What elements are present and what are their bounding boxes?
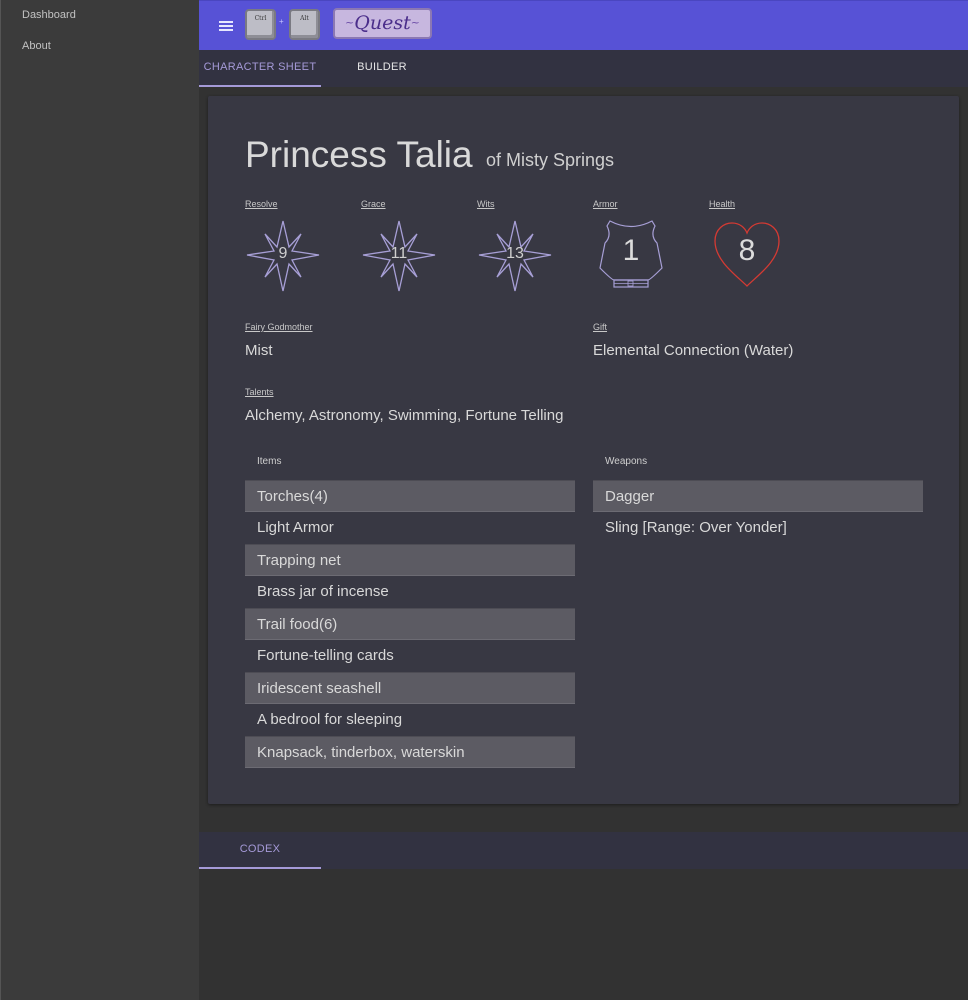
stat-label-health: Health [709,199,736,209]
stat-label-wits: Wits [477,199,495,209]
gift-label: Gift [593,322,608,332]
list-item: Iridescent seashell [245,672,575,704]
list-item: Fortune-telling cards [257,647,394,664]
main-tab-bar: CHARACTER SHEET BUILDER [199,50,968,87]
items-heading: Items [257,456,282,467]
stat-value-grace: 11 [390,245,408,262]
sidebar-item-dashboard[interactable]: Dashboard [1,0,199,31]
talents-value: Alchemy, Astronomy, Swimming, Fortune Te… [245,407,564,424]
stat-value-armor: 1 [622,234,640,267]
stat-value-resolve: 9 [278,245,288,262]
talents-label: Talents [245,387,274,397]
logo-text: Quest [354,12,411,34]
sidebar-item-about[interactable]: About [1,31,199,62]
list-item: Sling [Range: Over Yonder] [605,519,787,536]
fairy-godmother-label: Fairy Godmother [245,322,313,332]
weapons-list: Dagger Sling [Range: Over Yonder] [593,480,923,544]
weapons-heading: Weapons [605,456,648,467]
stat-label-resolve: Resolve [245,199,278,209]
list-item: Light Armor [257,519,334,536]
hamburger-icon[interactable] [219,21,233,31]
stat-label-armor: Armor [593,199,618,209]
fairy-godmother-value: Mist [245,342,273,359]
list-item: Knapsack, tinderbox, waterskin [245,736,575,768]
stat-value-health: 8 [738,234,756,267]
character-name: Princess Talia [245,134,473,175]
quest-logo[interactable]: ~Quest~ [333,8,432,39]
list-item: Brass jar of incense [257,583,389,600]
sidebar: Dashboard About [0,0,199,1000]
items-list: Torches(4) Light Armor Trapping net Bras… [245,480,575,768]
stat-value-wits: 13 [506,245,524,262]
list-item: Torches(4) [245,480,575,512]
tab-builder[interactable]: BUILDER [321,50,443,87]
list-item: A bedrool for sleeping [257,711,403,728]
list-item: Trapping net [245,544,575,576]
codex-tab-bar: CODEX [199,832,968,869]
list-item: Dagger [593,480,923,512]
alt-key-label: Alt [300,15,309,22]
tab-codex[interactable]: CODEX [199,832,321,869]
list-item: Trail food(6) [245,608,575,640]
ctrl-key-label: Ctrl [254,15,267,22]
key-plus-separator: + [279,17,284,26]
character-origin: of Misty Springs [486,150,615,170]
ctrl-key-icon: Ctrl [245,9,276,40]
app-bar: Ctrl + Alt ~Quest~ [199,0,968,50]
stat-label-grace: Grace [361,199,386,209]
tab-character-sheet[interactable]: CHARACTER SHEET [199,50,321,87]
character-sheet-card: Princess Talia of Misty Springs Resolve … [208,96,959,804]
gift-value: Elemental Connection (Water) [593,342,794,359]
alt-key-icon: Alt [289,9,320,40]
